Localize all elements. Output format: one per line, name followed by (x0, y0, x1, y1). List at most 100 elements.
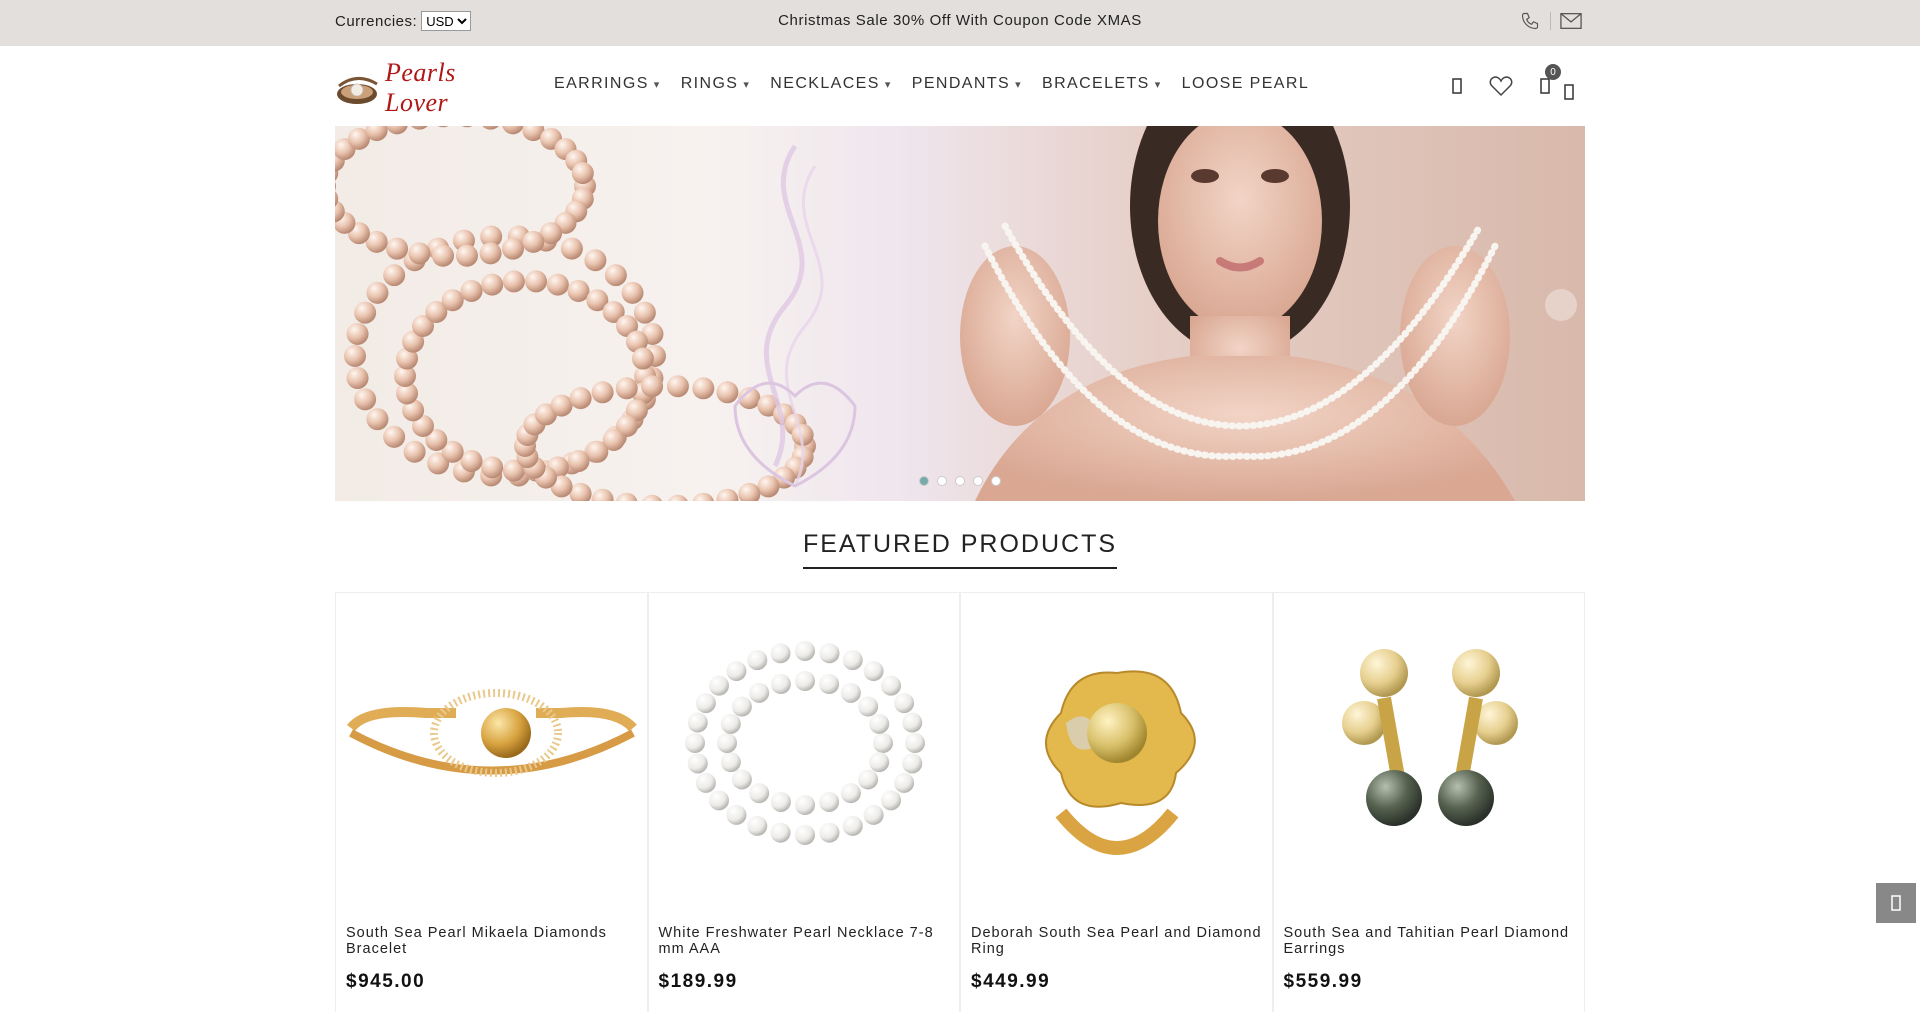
pearl-bead (748, 783, 769, 804)
divider (1550, 12, 1551, 30)
nav-label: BRACELETS (1042, 75, 1150, 92)
product-card[interactable]: South Sea and Tahitian Pearl Diamond Ear… (1272, 593, 1585, 1012)
pearl-bead (633, 301, 656, 324)
product-name[interactable]: White Freshwater Pearl Necklace 7-8 mm A… (659, 925, 954, 957)
account-icon[interactable] (1441, 68, 1473, 104)
pearl-bead (794, 641, 815, 661)
site-header: Pearls Lover EARRINGS ▾ RINGS ▾ NECKLACE… (335, 46, 1585, 126)
pearl-bead (584, 249, 607, 272)
product-image-earrings[interactable] (1284, 633, 1576, 863)
pearl-bead (746, 815, 767, 836)
nav-earrings[interactable]: EARRINGS ▾ (554, 75, 661, 93)
pearl-bead (615, 377, 638, 400)
wishlist-icon[interactable] (1485, 68, 1517, 104)
product-card[interactable]: White Freshwater Pearl Necklace 7-8 mm A… (647, 593, 960, 1012)
pearl-bead (863, 661, 884, 682)
pearl-bead (857, 696, 878, 717)
product-card[interactable]: South Sea Pearl Mikaela Diamonds Bracele… (335, 593, 648, 1012)
slider-dot[interactable] (991, 476, 1001, 486)
pearl-bead (460, 279, 483, 302)
product-card[interactable]: Deborah South Sea Pearl and Diamond Ring… (960, 593, 1273, 1012)
pearl-bead (692, 492, 714, 501)
pearl-bead (550, 394, 573, 417)
pearl-bead (893, 693, 914, 714)
pearl-bead (708, 675, 729, 696)
pearl-bead (794, 795, 815, 815)
pearl-bead (716, 381, 739, 404)
pearl-bead (441, 289, 464, 312)
pearl-bead (354, 388, 377, 411)
promo-banner-text: Christmas Sale 30% Off With Coupon Code … (778, 12, 1142, 29)
pearl-strands-image (335, 126, 857, 501)
menu-icon[interactable] (1553, 74, 1585, 110)
pearl-bead (720, 713, 741, 734)
nav-rings[interactable]: RINGS ▾ (681, 75, 751, 93)
pearl-bead (725, 804, 746, 825)
product-name[interactable]: Deborah South Sea Pearl and Diamond Ring (971, 925, 1266, 957)
pearl-bead (586, 440, 609, 463)
product-image-ring[interactable] (971, 633, 1263, 863)
site-logo[interactable]: Pearls Lover (335, 58, 515, 117)
shell-logo-icon (335, 72, 383, 104)
mail-icon[interactable] (1557, 9, 1585, 33)
pearl-bead (818, 643, 839, 664)
pearl-bead (386, 237, 409, 260)
pearl-bead (525, 270, 548, 293)
nav-label: PENDANTS (911, 75, 1011, 92)
pearl-bead (687, 712, 708, 733)
product-image-bracelet[interactable] (346, 633, 638, 863)
slider-dot[interactable] (937, 476, 947, 486)
product-name[interactable]: South Sea and Tahitian Pearl Diamond Ear… (1284, 925, 1579, 957)
nav-necklaces[interactable]: NECKLACES ▾ (770, 75, 891, 93)
arrow-up-icon (1891, 895, 1901, 911)
pearl-bead (708, 790, 729, 811)
product-price: $945.00 (346, 971, 426, 992)
pearl-bead (794, 825, 815, 845)
pearl-bead (641, 375, 664, 398)
phone-icon[interactable] (1516, 9, 1544, 33)
slider-dot[interactable] (973, 476, 983, 486)
pearl-bead (502, 126, 524, 135)
pearl-bead (642, 494, 663, 501)
pearl-bead (868, 713, 889, 734)
pearl-bead (501, 237, 524, 260)
product-name[interactable]: South Sea Pearl Mikaela Diamonds Bracele… (346, 925, 641, 957)
pearl-bead (616, 492, 638, 501)
pearl-bead (666, 375, 689, 398)
top-bar: Currencies: USD Christmas Sale 30% Off W… (0, 0, 1920, 46)
pearl-bead (770, 674, 791, 695)
pearl-bead (502, 270, 525, 293)
pearl-bead (770, 643, 791, 664)
pearl-bead (872, 733, 893, 753)
pearl-bead (567, 450, 590, 473)
slider-dot[interactable] (919, 476, 929, 486)
featured-section-heading: FEATURED PRODUCTS (0, 530, 1920, 569)
pearl-bead (344, 345, 366, 367)
pearl-bead (346, 322, 369, 345)
pearl-bead (842, 650, 863, 671)
pearl-bead (746, 650, 767, 671)
nav-label: EARRINGS (554, 75, 649, 92)
pearl-bead (482, 126, 499, 130)
slider-dots (335, 476, 1585, 486)
product-image-necklace[interactable] (659, 633, 951, 863)
chevron-down-icon: ▾ (653, 78, 661, 91)
back-to-top-button[interactable] (1876, 883, 1916, 923)
chevron-down-icon: ▾ (743, 78, 751, 91)
pearl-bead (667, 494, 688, 501)
pearl-bead (460, 450, 483, 473)
pearl-bead (818, 791, 839, 812)
model-with-pearl-necklace-image (960, 126, 1515, 501)
nav-bracelets[interactable]: BRACELETS ▾ (1042, 75, 1162, 93)
nav-pendants[interactable]: PENDANTS ▾ (912, 75, 1022, 93)
pearl-bead (408, 242, 431, 265)
product-price: $449.99 (971, 971, 1051, 992)
pearl-bead (479, 242, 502, 265)
product-price: $189.99 (658, 971, 738, 992)
slider-next-button[interactable] (1545, 289, 1577, 321)
pearl-bead (695, 772, 716, 793)
slider-dot[interactable] (955, 476, 965, 486)
nav-loose-pearl[interactable]: LOOSE PEARL (1182, 75, 1309, 93)
pearl-bead (591, 381, 614, 404)
chevron-down-icon: ▾ (1015, 78, 1022, 91)
